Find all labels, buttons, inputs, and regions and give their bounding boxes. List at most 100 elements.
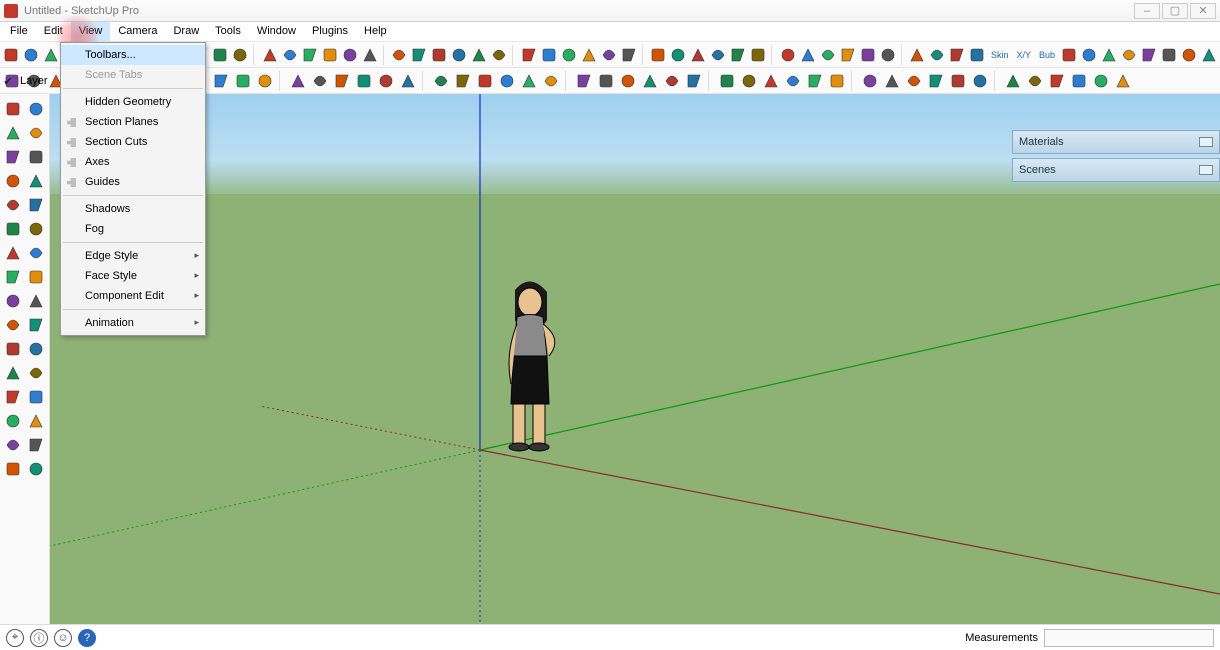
toolbar-button-111[interactable]: [255, 71, 275, 91]
toolbar-button-143[interactable]: [1025, 71, 1045, 91]
tool-line[interactable]: [26, 122, 48, 144]
tool-axes[interactable]: [2, 314, 24, 336]
toolbar-button-123[interactable]: [541, 71, 561, 91]
toolbar-button-128[interactable]: [662, 71, 682, 91]
toolbar-button-114[interactable]: [332, 71, 352, 91]
menu-item-toolbars-[interactable]: Toolbars...: [61, 45, 205, 65]
toolbar-button-14[interactable]: [301, 45, 319, 65]
toolbar-button-145[interactable]: [1069, 71, 1089, 91]
tool-polygon[interactable]: [26, 170, 48, 192]
toolbar-button-17[interactable]: [361, 45, 379, 65]
toolbar-button-15[interactable]: [321, 45, 339, 65]
toolbar-button-139[interactable]: [926, 71, 946, 91]
toolbar-button-12[interactable]: [261, 45, 279, 65]
toolbar-button-1[interactable]: [22, 45, 40, 65]
toolbar-button-116[interactable]: [376, 71, 396, 91]
toolbar-button-r1x-3[interactable]: [1120, 45, 1138, 65]
scenes-panel-header[interactable]: Scenes: [1012, 158, 1220, 182]
toolbar-button-24[interactable]: [520, 45, 538, 65]
toolbar-button-129[interactable]: [684, 71, 704, 91]
tool-zoomwin[interactable]: [2, 386, 24, 408]
toolbar-button-28[interactable]: [600, 45, 618, 65]
tool-prev[interactable]: [2, 410, 24, 432]
toolbar-button-30[interactable]: [649, 45, 667, 65]
toolbar-button-141[interactable]: [970, 71, 990, 91]
menu-item-component-edit[interactable]: Component Edit: [61, 286, 205, 306]
menu-item-edge-style[interactable]: Edge Style: [61, 246, 205, 266]
toolbar-button-27[interactable]: [580, 45, 598, 65]
toolbar-button-144[interactable]: [1047, 71, 1067, 91]
tool-freehand[interactable]: [2, 194, 24, 216]
toolbar-button-118[interactable]: [431, 71, 451, 91]
tool-protractor[interactable]: [2, 290, 24, 312]
toolbar-button-r1x-0[interactable]: [1060, 45, 1078, 65]
toolbar-button-0[interactable]: [2, 45, 20, 65]
layer-visible-check[interactable]: ✔: [2, 75, 14, 87]
tool-pushpull[interactable]: [2, 218, 24, 240]
tool-tape[interactable]: [26, 266, 48, 288]
toolbar-button-r1x-7[interactable]: [1200, 45, 1218, 65]
close-button[interactable]: ✕: [1190, 3, 1216, 19]
menu-help[interactable]: Help: [356, 22, 395, 41]
menu-item-hidden-geometry[interactable]: Hidden Geometry: [61, 92, 205, 112]
menu-item-face-style[interactable]: Face Style: [61, 266, 205, 286]
scenes-panel-collapse-icon[interactable]: [1199, 165, 1213, 175]
toolbar-button-31[interactable]: [669, 45, 687, 65]
toolbar-button-10[interactable]: [211, 45, 229, 65]
menu-item-section-cuts[interactable]: Section Cuts: [61, 132, 205, 152]
toolbar-button-16[interactable]: [341, 45, 359, 65]
toolbar-button-127[interactable]: [640, 71, 660, 91]
toolbar-button-112[interactable]: [288, 71, 308, 91]
toolbar-button-13[interactable]: [281, 45, 299, 65]
tool-rotate[interactable]: [2, 242, 24, 264]
menu-camera[interactable]: Camera: [110, 22, 165, 41]
toolbar-button-26[interactable]: [560, 45, 578, 65]
toolbar-button-125[interactable]: [596, 71, 616, 91]
toolbar-button-115[interactable]: [354, 71, 374, 91]
toolbar-button-43[interactable]: [928, 45, 946, 65]
menu-plugins[interactable]: Plugins: [304, 22, 356, 41]
tool-zoomext[interactable]: [26, 386, 48, 408]
toolbar-button-41[interactable]: [879, 45, 897, 65]
toolbar-button-33[interactable]: [709, 45, 727, 65]
materials-panel-collapse-icon[interactable]: [1199, 137, 1213, 147]
menu-edit[interactable]: Edit: [36, 22, 71, 41]
tool-move[interactable]: [26, 218, 48, 240]
user-icon[interactable]: ☺: [54, 629, 72, 647]
toolbar-button-138[interactable]: [904, 71, 924, 91]
toolbar-button-120[interactable]: [475, 71, 495, 91]
tool-arc[interactable]: [2, 146, 24, 168]
menu-tools[interactable]: Tools: [207, 22, 249, 41]
tool-orbit[interactable]: [26, 338, 48, 360]
menu-item-axes[interactable]: Axes: [61, 152, 205, 172]
tool-section[interactable]: [2, 434, 24, 456]
tool-select[interactable]: [2, 98, 24, 120]
toolbar-button-147[interactable]: [1113, 71, 1133, 91]
menu-item-animation[interactable]: Animation: [61, 313, 205, 333]
toolbar-label-skin[interactable]: Skin: [988, 45, 1012, 65]
toolbar-button-137[interactable]: [882, 71, 902, 91]
materials-panel-header[interactable]: Materials: [1012, 130, 1220, 154]
toolbar-button-134[interactable]: [805, 71, 825, 91]
toolbar-button-11[interactable]: [231, 45, 249, 65]
tool-circle[interactable]: [2, 170, 24, 192]
toolbar-button-20[interactable]: [430, 45, 448, 65]
toolbar-button-19[interactable]: [410, 45, 428, 65]
menu-item-section-planes[interactable]: Section Planes: [61, 112, 205, 132]
toolbar-button-32[interactable]: [689, 45, 707, 65]
tool-paint[interactable]: [26, 98, 48, 120]
tool-text[interactable]: [26, 290, 48, 312]
tool-walk[interactable]: [26, 434, 48, 456]
tool-next[interactable]: [26, 410, 48, 432]
toolbar-button-136[interactable]: [860, 71, 880, 91]
toolbar-button-r1x-2[interactable]: [1100, 45, 1118, 65]
toolbar-label-xy[interactable]: X/Y: [1013, 45, 1034, 65]
tool-pan[interactable]: [2, 362, 24, 384]
measurements-input[interactable]: [1044, 629, 1214, 647]
toolbar-label-bub[interactable]: Bub: [1036, 45, 1058, 65]
toolbar-button-124[interactable]: [574, 71, 594, 91]
tool-rectangle[interactable]: [26, 146, 48, 168]
toolbar-button-34[interactable]: [729, 45, 747, 65]
geolocation-icon[interactable]: ⌖: [6, 629, 24, 647]
toolbar-button-119[interactable]: [453, 71, 473, 91]
